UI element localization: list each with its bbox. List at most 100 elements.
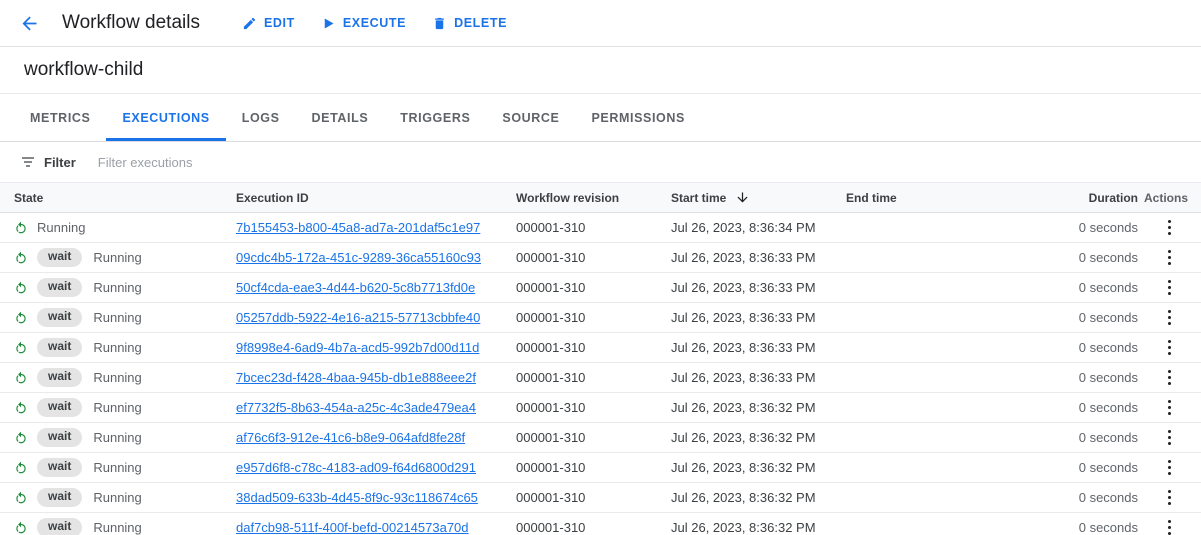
execution-id-link[interactable]: 09cdc4b5-172a-451c-9289-36ca55160c93: [236, 250, 481, 265]
execution-id-link[interactable]: daf7cb98-511f-400f-befd-00214573a70d: [236, 520, 469, 535]
table-row[interactable]: wait Running ef7732f5-8b63-454a-a25c-4c3…: [0, 393, 1201, 423]
filter-input[interactable]: [98, 155, 478, 170]
execution-id-link[interactable]: e957d6f8-c78c-4183-ad09-f64d6800d291: [236, 460, 476, 475]
more-options-icon[interactable]: [1159, 307, 1181, 329]
cell-workflow-revision: 000001-310: [516, 370, 671, 385]
table-row[interactable]: wait Running e957d6f8-c78c-4183-ad09-f64…: [0, 453, 1201, 483]
cell-start-time: Jul 26, 2023, 8:36:33 PM: [671, 250, 846, 265]
table-row[interactable]: wait Running daf7cb98-511f-400f-befd-002…: [0, 513, 1201, 535]
cell-workflow-revision: 000001-310: [516, 460, 671, 475]
tab-details[interactable]: DETAILS: [296, 94, 385, 141]
running-icon: [14, 401, 28, 415]
step-chip: wait: [37, 308, 82, 326]
execution-id-link[interactable]: ef7732f5-8b63-454a-a25c-4c3ade479ea4: [236, 400, 476, 415]
tab-source-label: SOURCE: [502, 111, 559, 125]
tab-permissions[interactable]: PERMISSIONS: [575, 94, 700, 141]
more-options-icon[interactable]: [1159, 217, 1181, 239]
workflow-revision-text: 000001-310: [516, 250, 585, 265]
cell-start-time: Jul 26, 2023, 8:36:32 PM: [671, 430, 846, 445]
cell-execution-id: ef7732f5-8b63-454a-a25c-4c3ade479ea4: [236, 400, 516, 415]
cell-duration: 0 seconds: [1046, 250, 1138, 265]
execution-id-link[interactable]: 05257ddb-5922-4e16-a215-57713cbbfe40: [236, 310, 480, 325]
cell-workflow-revision: 000001-310: [516, 340, 671, 355]
tab-source[interactable]: SOURCE: [486, 94, 575, 141]
running-icon: [14, 251, 28, 265]
filter-label[interactable]: Filter: [44, 155, 76, 170]
table-row[interactable]: wait Running af76c6f3-912e-41c6-b8e9-064…: [0, 423, 1201, 453]
cell-state: wait Running: [0, 278, 236, 296]
start-time-text: Jul 26, 2023, 8:36:34 PM: [671, 220, 816, 235]
more-options-icon[interactable]: [1159, 397, 1181, 419]
step-chip: wait: [37, 278, 82, 296]
execution-id-link[interactable]: af76c6f3-912e-41c6-b8e9-064afd8fe28f: [236, 430, 465, 445]
filter-list-icon[interactable]: [20, 154, 36, 170]
more-options-icon[interactable]: [1159, 277, 1181, 299]
state-text: Running: [93, 310, 141, 325]
back-button[interactable]: [14, 8, 44, 38]
more-options-icon[interactable]: [1159, 487, 1181, 509]
table-row[interactable]: wait Running 9f8998e4-6ad9-4b7a-acd5-992…: [0, 333, 1201, 363]
table-row[interactable]: wait Running 38dad509-633b-4d45-8f9c-93c…: [0, 483, 1201, 513]
table-row[interactable]: wait Running 7bcec23d-f428-4baa-945b-db1…: [0, 363, 1201, 393]
table-row[interactable]: Running 7b155453-b800-45a8-ad7a-201daf5c…: [0, 213, 1201, 243]
state-text: Running: [37, 220, 85, 235]
duration-text: 0 seconds: [1079, 340, 1138, 355]
cell-state: wait Running: [0, 488, 236, 506]
state-text: Running: [93, 250, 141, 265]
execution-id-link[interactable]: 7bcec23d-f428-4baa-945b-db1e888eee2f: [236, 370, 476, 385]
cell-workflow-revision: 000001-310: [516, 430, 671, 445]
cell-duration: 0 seconds: [1046, 400, 1138, 415]
cell-actions: [1138, 517, 1201, 535]
cell-state: wait Running: [0, 458, 236, 476]
duration-text: 0 seconds: [1079, 310, 1138, 325]
pencil-icon: [242, 16, 257, 31]
edit-button-label: EDIT: [264, 16, 295, 30]
cell-actions: [1138, 337, 1201, 359]
tab-executions-label: EXECUTIONS: [122, 111, 209, 125]
cell-state: wait Running: [0, 518, 236, 535]
column-header-execution-id[interactable]: Execution ID: [236, 191, 516, 205]
step-chip: wait: [37, 458, 82, 476]
table-row[interactable]: wait Running 50cf4cda-eae3-4d44-b620-5c8…: [0, 273, 1201, 303]
execution-id-link[interactable]: 9f8998e4-6ad9-4b7a-acd5-992b7d00d11d: [236, 340, 479, 355]
state-text: Running: [93, 460, 141, 475]
start-time-text: Jul 26, 2023, 8:36:32 PM: [671, 490, 816, 505]
workflow-revision-text: 000001-310: [516, 340, 585, 355]
execution-id-link[interactable]: 38dad509-633b-4d45-8f9c-93c118674c65: [236, 490, 478, 505]
more-options-icon[interactable]: [1159, 367, 1181, 389]
cell-duration: 0 seconds: [1046, 430, 1138, 445]
top-app-bar: Workflow details EDIT EXECUTE DELETE: [0, 0, 1201, 47]
cell-workflow-revision: 000001-310: [516, 520, 671, 535]
more-options-icon[interactable]: [1159, 247, 1181, 269]
duration-text: 0 seconds: [1079, 220, 1138, 235]
column-header-duration[interactable]: Duration: [1046, 191, 1138, 205]
column-header-actions: Actions: [1138, 191, 1201, 205]
column-header-end-time[interactable]: End time: [846, 191, 1046, 205]
state-text: Running: [93, 520, 141, 535]
running-icon: [14, 521, 28, 535]
tab-logs[interactable]: LOGS: [226, 94, 296, 141]
column-header-workflow-revision[interactable]: Workflow revision: [516, 191, 671, 205]
delete-button[interactable]: DELETE: [430, 12, 509, 35]
table-row[interactable]: wait Running 05257ddb-5922-4e16-a215-577…: [0, 303, 1201, 333]
tab-executions[interactable]: EXECUTIONS: [106, 94, 225, 141]
tab-metrics[interactable]: METRICS: [14, 94, 106, 141]
execution-id-link[interactable]: 7b155453-b800-45a8-ad7a-201daf5c1e97: [236, 220, 480, 235]
resource-header: workflow-child: [0, 47, 1201, 94]
column-header-start-time[interactable]: Start time: [671, 190, 846, 205]
table-row[interactable]: wait Running 09cdc4b5-172a-451c-9289-36c…: [0, 243, 1201, 273]
more-options-icon[interactable]: [1159, 427, 1181, 449]
tab-triggers[interactable]: TRIGGERS: [384, 94, 486, 141]
cell-start-time: Jul 26, 2023, 8:36:32 PM: [671, 520, 846, 535]
cell-workflow-revision: 000001-310: [516, 490, 671, 505]
more-options-icon[interactable]: [1159, 517, 1181, 535]
more-options-icon[interactable]: [1159, 337, 1181, 359]
workflow-revision-text: 000001-310: [516, 430, 585, 445]
column-header-state[interactable]: State: [0, 191, 236, 205]
running-icon: [14, 221, 28, 235]
workflow-revision-text: 000001-310: [516, 280, 585, 295]
execution-id-link[interactable]: 50cf4cda-eae3-4d44-b620-5c8b7713fd0e: [236, 280, 475, 295]
edit-button[interactable]: EDIT: [240, 12, 297, 35]
more-options-icon[interactable]: [1159, 457, 1181, 479]
execute-button[interactable]: EXECUTE: [319, 12, 408, 35]
